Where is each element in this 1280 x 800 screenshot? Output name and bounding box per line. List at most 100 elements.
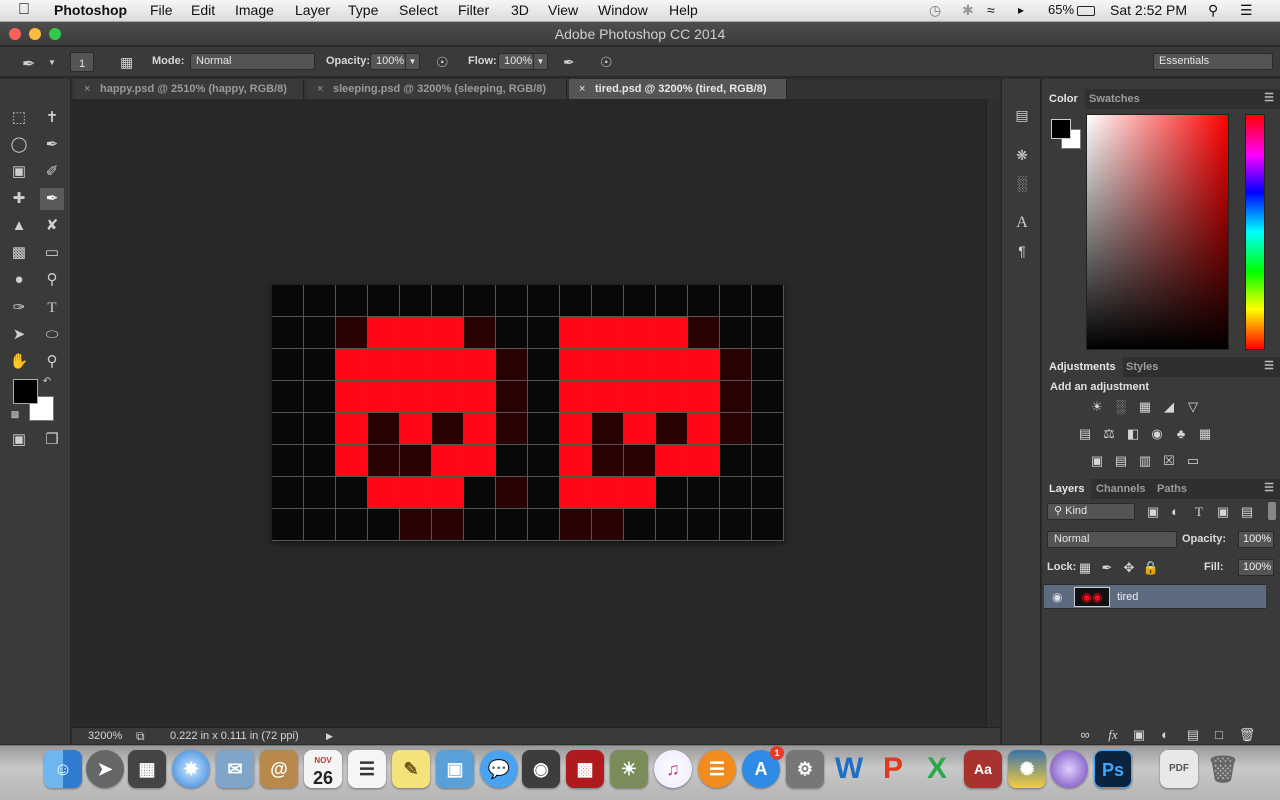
quick-mask-icon[interactable]: ▣ (7, 429, 31, 451)
dodge-tool-icon[interactable]: ⚲ (40, 269, 64, 291)
canvas-pixel[interactable] (464, 349, 496, 381)
canvas-pixel[interactable] (752, 445, 784, 477)
paragraph-panel-icon[interactable]: ¶ (1012, 241, 1032, 261)
reminders-icon[interactable]: ☰ (348, 750, 386, 788)
invert-icon[interactable]: ▣ (1088, 453, 1106, 469)
canvas-pixel[interactable] (368, 445, 400, 477)
brush-panel-icon[interactable]: ❋ (1012, 145, 1032, 165)
selective-color-icon[interactable]: ☒ (1160, 453, 1178, 469)
canvas-pixel[interactable] (528, 285, 560, 317)
canvas-pixel[interactable] (400, 509, 432, 541)
visibility-eye-icon[interactable]: ◉ (1052, 590, 1062, 604)
photo-booth-icon[interactable]: ▩ (566, 750, 604, 788)
new-layer-icon[interactable]: □ (1210, 727, 1228, 743)
filter-toggle-switch[interactable] (1268, 502, 1276, 520)
canvas-pixel[interactable] (624, 509, 656, 541)
posterize-icon[interactable]: ▤ (1112, 453, 1130, 469)
canvas-pixel[interactable] (304, 509, 336, 541)
canvas-pixel[interactable] (272, 509, 304, 541)
canvas-pixel[interactable] (720, 285, 752, 317)
foreground-color-swatch[interactable] (13, 379, 38, 404)
canvas-pixel[interactable] (496, 349, 528, 381)
canvas-pixel[interactable] (432, 285, 464, 317)
dictionary-icon[interactable]: Aa (964, 750, 1002, 788)
messages-icon[interactable]: 💬 (480, 750, 518, 788)
menu-help[interactable]: Help (669, 2, 698, 18)
menu-filter[interactable]: Filter (458, 2, 489, 18)
canvas-pixel[interactable] (528, 477, 560, 509)
tab-styles[interactable]: Styles (1119, 357, 1165, 377)
canvas-pixel[interactable] (272, 381, 304, 413)
canvas-pixel[interactable] (720, 349, 752, 381)
path-selection-tool-icon[interactable]: ➤ (7, 324, 31, 346)
canvas-pixel[interactable] (656, 285, 688, 317)
workspace-select[interactable]: Essentials (1153, 53, 1273, 70)
canvas-pixel[interactable] (400, 445, 432, 477)
canvas-pixel[interactable] (496, 317, 528, 349)
canvas-pixel[interactable] (336, 285, 368, 317)
canvas-pixel[interactable] (400, 381, 432, 413)
eraser-tool-icon[interactable]: ▩ (7, 242, 31, 264)
brush-size-field[interactable]: 1 (70, 52, 94, 72)
itunes-icon[interactable]: ♫ (654, 750, 692, 788)
filter-shape-layers-icon[interactable]: ▣ (1214, 504, 1232, 520)
canvas-pixel[interactable] (752, 317, 784, 349)
canvas-pixel[interactable] (592, 445, 624, 477)
canvas-pixel[interactable] (304, 445, 336, 477)
canvas-pixel[interactable] (368, 477, 400, 509)
hue-saturation-icon[interactable]: ▤ (1076, 426, 1094, 442)
canvas-pixel[interactable] (496, 285, 528, 317)
canvas-pixel[interactable] (272, 413, 304, 445)
canvas-pixel[interactable] (560, 381, 592, 413)
canvas-pixel[interactable] (336, 317, 368, 349)
tab-sleeping-psd[interactable]: × sleeping.psd @ 3200% (sleeping, RGB/8) (307, 79, 567, 99)
history-brush-tool-icon[interactable]: ✘ (40, 215, 64, 237)
status-menu-arrow-icon[interactable]: ▶ (326, 731, 333, 742)
canvas-pixel[interactable] (720, 509, 752, 541)
calendar-icon[interactable]: NOV 26 (304, 750, 342, 788)
zoom-window-button[interactable] (49, 28, 61, 40)
canvas-pixel[interactable] (656, 349, 688, 381)
canvas-pixel[interactable] (688, 349, 720, 381)
canvas-pixel[interactable] (496, 445, 528, 477)
threshold-icon[interactable]: ▥ (1136, 453, 1154, 469)
time-machine-icon[interactable]: ◷ (929, 2, 941, 19)
eyedropper-tool-icon[interactable]: ✐ (40, 161, 64, 183)
tab-layers[interactable]: Layers (1042, 479, 1092, 499)
color-spectrum-field[interactable] (1086, 114, 1229, 350)
panel-menu-icon[interactable]: ☰ (1264, 359, 1274, 372)
canvas-pixel[interactable] (656, 413, 688, 445)
brush-preset-picker-icon[interactable]: ✒ (22, 54, 35, 74)
menu-image[interactable]: Image (235, 2, 274, 18)
contacts-icon[interactable]: @ (260, 750, 298, 788)
canvas-pixel[interactable] (432, 317, 464, 349)
powerpoint-icon[interactable]: P (874, 750, 912, 788)
airbrush-icon[interactable]: ✒ (563, 54, 575, 71)
canvas-pixel[interactable] (592, 381, 624, 413)
canvas-pixel[interactable] (432, 477, 464, 509)
add-mask-icon[interactable]: ▣ (1130, 727, 1148, 743)
canvas-pixel[interactable] (752, 285, 784, 317)
close-tab-icon[interactable]: × (317, 79, 323, 99)
healing-brush-tool-icon[interactable]: ✚ (7, 188, 31, 210)
canvas-pixel[interactable] (592, 509, 624, 541)
canvas-pixel[interactable] (560, 285, 592, 317)
canvas-pixel[interactable] (368, 317, 400, 349)
lasso-tool-icon[interactable]: ◯ (7, 134, 31, 156)
notes-icon[interactable]: ✎ (392, 750, 430, 788)
opacity-field[interactable]: 100% (370, 53, 406, 70)
canvas-pixel[interactable] (624, 381, 656, 413)
clone-stamp-tool-icon[interactable]: ▲ (7, 215, 31, 237)
history-panel-icon[interactable]: ▤ (1012, 105, 1032, 125)
canvas-pixel[interactable] (688, 477, 720, 509)
fill-field[interactable]: 100% (1238, 559, 1274, 576)
canvas-pixel[interactable] (560, 509, 592, 541)
menu-file[interactable]: File (150, 2, 173, 18)
canvas-pixel[interactable] (752, 349, 784, 381)
brush-panel-toggle-icon[interactable]: ▦ (120, 54, 133, 71)
menu-3d[interactable]: 3D (511, 2, 529, 18)
canvas-pixel[interactable] (464, 509, 496, 541)
canvas-pixel[interactable] (528, 317, 560, 349)
canvas-pixel[interactable] (528, 349, 560, 381)
battery-icon[interactable] (1077, 6, 1095, 16)
